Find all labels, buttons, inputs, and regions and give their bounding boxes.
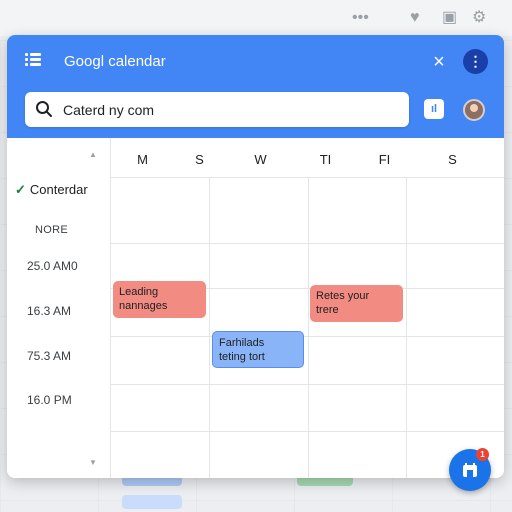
search-bar[interactable]: [25, 92, 409, 127]
event-title: Leading: [119, 286, 159, 298]
event-card[interactable]: Farhilads teting tort: [212, 331, 304, 368]
time-label: 75.3 AM: [27, 349, 72, 363]
sidebar: ▲ ✓ Conterdar NORE 25.0 AM0 16.3 AM 75.3 …: [7, 138, 110, 478]
grid-line: [110, 177, 504, 178]
calendar-window: Googl calendar × ⋮ ıl ▲ ✓Conterdar NORE …: [7, 35, 504, 478]
app-header: Googl calendar × ⋮ ıl: [7, 35, 504, 138]
event-subtitle: teting tort: [219, 351, 265, 363]
time-label: 16.0 PM: [27, 393, 72, 407]
sidebar-item-calendar[interactable]: ✓ Conterdar: [15, 182, 88, 198]
event-card[interactable]: Leading nannages: [113, 281, 206, 318]
search-input[interactable]: [63, 92, 393, 127]
calendar-icon: ▣: [442, 9, 458, 26]
event-subtitle: trere: [316, 304, 339, 316]
grid-line: [308, 177, 309, 478]
avatar[interactable]: [463, 99, 485, 121]
day-header[interactable]: S: [403, 152, 502, 167]
week-grid: M S W TI FI S Leading nannages Retes you…: [110, 138, 504, 478]
event-subtitle: nannages: [119, 300, 168, 312]
background-event: [122, 495, 182, 509]
settings-icon: ⚙: [472, 9, 487, 26]
grid-line: [110, 243, 504, 244]
check-icon: ✓: [15, 182, 26, 197]
app-title: Googl calendar: [64, 53, 166, 70]
grid-line: [406, 177, 407, 478]
more-label[interactable]: NORE: [35, 224, 68, 236]
notification-badge: 1: [476, 448, 489, 461]
time-label: 25.0 AM0: [27, 259, 78, 273]
heart-icon: ♥: [410, 9, 420, 26]
background-toolbar: ••• ♥ ▣ ⚙: [0, 0, 512, 36]
grid-line: [110, 384, 504, 385]
grid-line: [110, 431, 504, 432]
time-label: 16.3 AM: [27, 304, 72, 318]
more-options-button[interactable]: ⋮: [463, 49, 488, 74]
scroll-down-icon[interactable]: ▼: [89, 458, 97, 467]
grid-line: [209, 177, 210, 478]
event-title: Retes your: [316, 290, 370, 302]
event-title: Farhilads: [219, 337, 265, 349]
event-card[interactable]: Retes your trere: [310, 285, 403, 322]
more-horizontal-icon: •••: [352, 9, 369, 26]
calendar-add-icon: [463, 463, 477, 477]
search-icon: [36, 101, 52, 117]
grid-line: [110, 336, 504, 337]
grid-divider: [110, 138, 111, 478]
sidebar-item-label: Conterdar: [29, 182, 88, 197]
view-toggle-button[interactable]: ıl: [424, 99, 444, 119]
menu-icon[interactable]: [25, 53, 41, 67]
close-button[interactable]: ×: [426, 49, 452, 75]
